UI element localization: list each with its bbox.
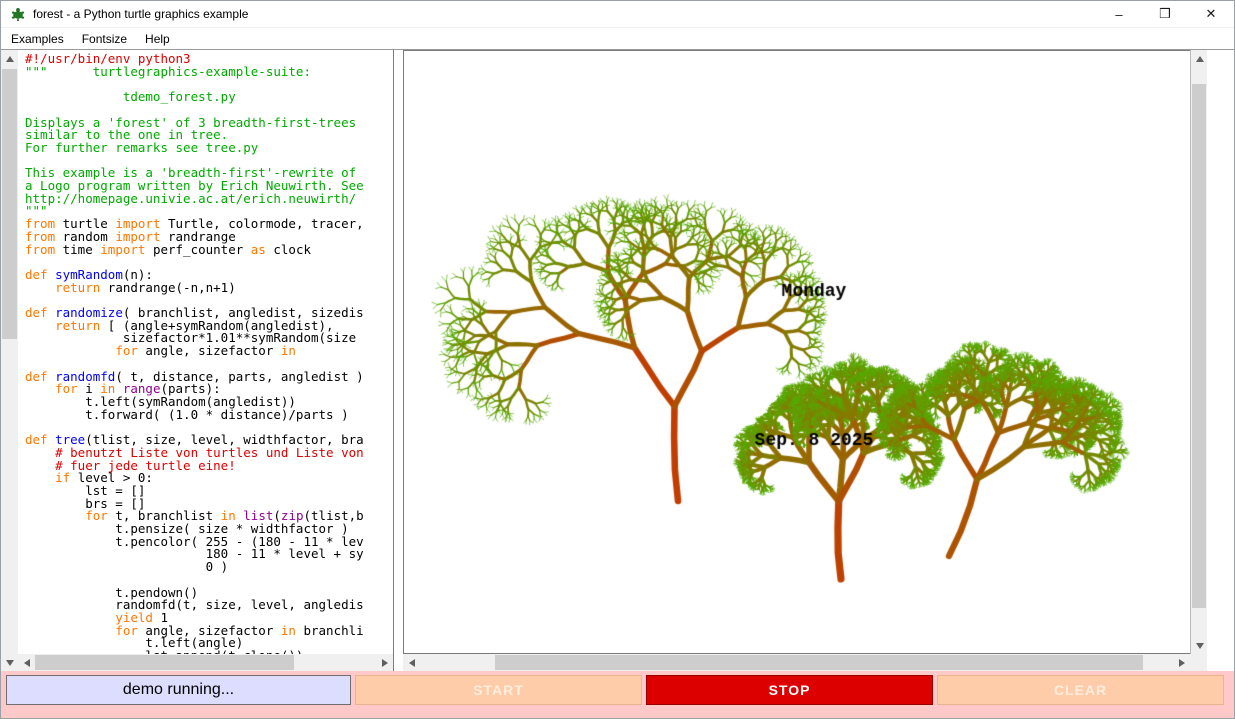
canvas-area <box>403 50 1190 654</box>
control-bar: demo running... START STOP CLEAR <box>1 671 1234 718</box>
code-line: from time import perf_counter as clock <box>25 244 393 257</box>
main-content: #!/usr/bin/env python3""" turtlegraphics… <box>1 49 1234 671</box>
code-horizontal-scrollbar[interactable] <box>18 654 393 671</box>
code-line: For further remarks see tree.py <box>25 142 393 155</box>
turtle-app-icon <box>10 6 26 22</box>
code-line: tdemo_forest.py <box>25 91 393 104</box>
minimize-button[interactable]: – <box>1096 1 1142 27</box>
code-vscroll-track[interactable] <box>1 67 18 654</box>
app-window: forest - a Python turtle graphics exampl… <box>0 0 1235 719</box>
menu-item-help[interactable]: Help <box>136 30 179 48</box>
canvas-vscroll-thumb[interactable] <box>1192 84 1206 608</box>
scroll-down-arrow-icon[interactable] <box>1 654 18 671</box>
scrollbar-corner <box>1190 654 1207 671</box>
clear-button[interactable]: CLEAR <box>937 675 1224 705</box>
menu-item-examples[interactable]: Examples <box>2 30 73 48</box>
maximize-button[interactable]: ❒ <box>1142 1 1188 27</box>
code-hscroll-track[interactable] <box>35 654 376 671</box>
status-label: demo running... <box>6 675 351 705</box>
canvas-hscroll-track[interactable] <box>420 654 1173 671</box>
scroll-right-arrow-icon[interactable] <box>376 654 393 671</box>
code-text[interactable]: #!/usr/bin/env python3""" turtlegraphics… <box>18 50 393 654</box>
window-title: forest - a Python turtle graphics exampl… <box>33 7 1096 21</box>
canvas-scroll-left-arrow-icon[interactable] <box>403 654 420 671</box>
title-bar: forest - a Python turtle graphics exampl… <box>1 1 1234 28</box>
turtle-canvas <box>404 51 1190 653</box>
canvas-hscroll-thumb[interactable] <box>495 655 1143 670</box>
scroll-up-arrow-icon[interactable] <box>1 50 18 67</box>
code-line: http://homepage.univie.ac.at/erich.neuwi… <box>25 193 393 206</box>
code-line: """ turtlegraphics-example-suite: <box>25 66 393 79</box>
canvas-scroll-down-arrow-icon[interactable] <box>1191 637 1208 654</box>
menu-item-fontsize[interactable]: Fontsize <box>73 30 136 48</box>
stop-button[interactable]: STOP <box>646 675 933 705</box>
code-hscroll-thumb[interactable] <box>35 655 294 670</box>
code-line: t.forward( (1.0 * distance)/parts ) <box>25 409 393 422</box>
code-line: for angle, sizefactor in <box>25 345 393 358</box>
code-vscroll-thumb[interactable] <box>2 69 17 339</box>
start-button[interactable]: START <box>355 675 642 705</box>
close-button[interactable]: ✕ <box>1188 1 1234 27</box>
code-pane: #!/usr/bin/env python3""" turtlegraphics… <box>18 50 394 671</box>
canvas-vscroll-track[interactable] <box>1191 67 1207 637</box>
canvas-scroll-right-arrow-icon[interactable] <box>1173 654 1190 671</box>
code-line: 0 ) <box>25 561 393 574</box>
code-vertical-scrollbar[interactable] <box>1 50 18 671</box>
canvas-scroll-up-arrow-icon[interactable] <box>1191 50 1208 67</box>
code-line: return randrange(-n,n+1) <box>25 282 393 295</box>
canvas-pane <box>403 50 1207 671</box>
scroll-left-arrow-icon[interactable] <box>18 654 35 671</box>
pane-divider[interactable] <box>394 50 403 671</box>
canvas-vertical-scrollbar[interactable] <box>1190 50 1207 654</box>
menu-bar: Examples Fontsize Help <box>1 28 1234 49</box>
canvas-horizontal-scrollbar[interactable] <box>403 654 1207 671</box>
